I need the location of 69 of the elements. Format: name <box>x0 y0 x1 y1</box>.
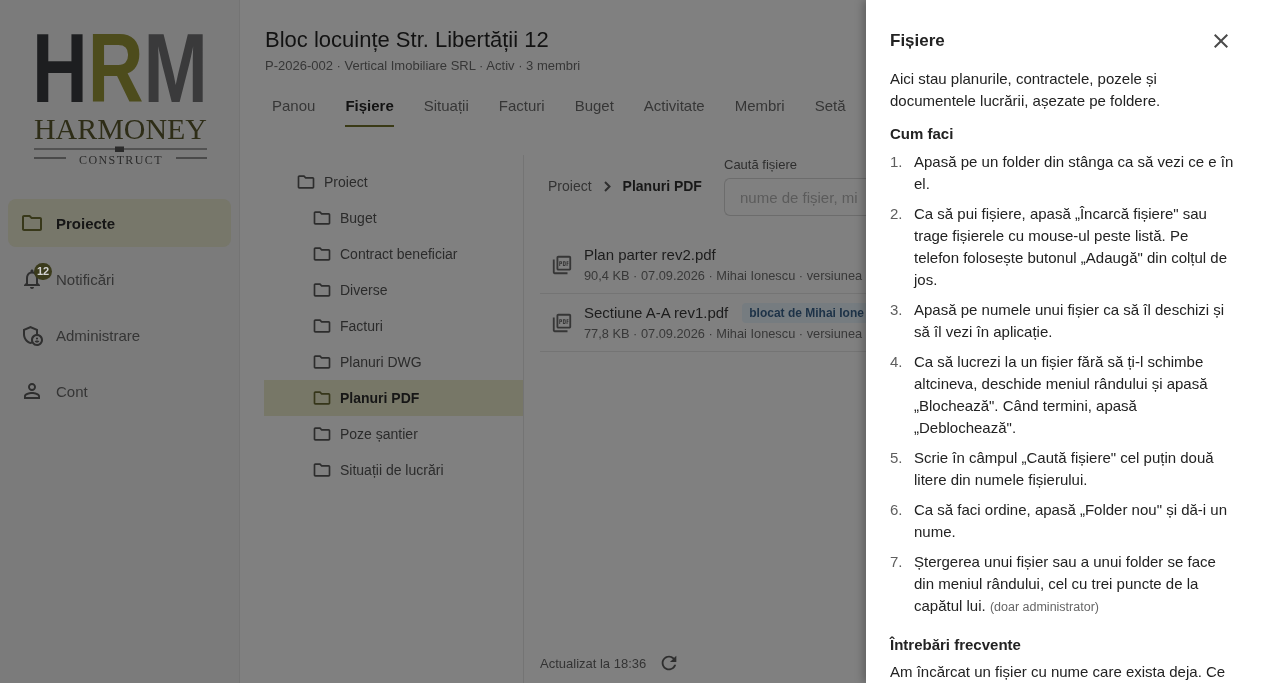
file-details: 90,4 KB · 07.09.2026 · Mihai Ionescu · versiunea <box>584 266 863 285</box>
project-meta: P-2026-002 · Vertical Imobiliare SRL · Activ · 3 membri <box>265 57 582 75</box>
folder-tree-item[interactable]: Situații de lucrări <box>264 452 523 488</box>
step-number: 7. <box>890 552 904 572</box>
step-number: 5. <box>890 448 904 468</box>
folder-tree-item[interactable]: Planuri PDF <box>264 380 523 416</box>
step-text: Ștergerea unui fișier sau a unui folder se face din meniul rândului, cel cu trei puncte de la capătul lui. (doar administrator) <box>914 552 1217 616</box>
folder-icon <box>312 460 332 480</box>
folder-tree-item[interactable]: Contract beneficiar <box>264 236 523 272</box>
folder-tree-item[interactable]: Proiect <box>264 164 523 200</box>
folder-icon <box>312 244 332 264</box>
folder-tree-item[interactable]: Buget <box>264 200 523 236</box>
folder-icon <box>312 388 332 408</box>
chevron-icon <box>603 180 611 192</box>
sidebar-item[interactable]: Proiecte <box>8 199 231 247</box>
search-label: Caută fișiere <box>724 157 798 173</box>
step-number: 2. <box>890 204 904 224</box>
folder-icon <box>296 172 316 192</box>
section-heading: Întrebări frecvente <box>890 635 1022 655</box>
breadcrumb-link[interactable]: Proiect <box>548 178 592 194</box>
folder-tree-item[interactable]: Diverse <box>264 272 523 308</box>
sidebar-item[interactable]: Administrare <box>8 311 231 359</box>
breadcrumb-current: Planuri PDF <box>622 178 702 194</box>
help-panel-title: Fișiere <box>890 30 945 52</box>
step-number: 6. <box>890 500 904 520</box>
step-text: Apasă pe un folder din stânga ca să vezi ce e în el. <box>914 152 1235 194</box>
tab[interactable]: Panou <box>272 88 316 127</box>
tab[interactable]: Buget <box>574 88 614 127</box>
step-text: Ca să lucrezi la un fișier fără să ți-l schimbe altcineva, deschide meniul rândului și apasă „Blochează". Când termini, apasă „Deblochează". <box>914 352 1209 438</box>
tab[interactable]: Facturi <box>498 88 545 127</box>
pdf-file-icon <box>551 311 573 334</box>
folder-tree-item[interactable]: Poze șantier <box>264 416 523 452</box>
step-text: Ca să pui fișiere, apasă „Încarcă fișiere" sau trage fișierele cu mouse-ul peste listă. Pe telefon folosește butonul „Adaugă" din colțul de jos. <box>914 204 1229 290</box>
file-details: 77,8 KB · 07.09.2026 · Mihai Ionescu · versiunea <box>584 324 864 343</box>
step-number: 3. <box>890 300 904 320</box>
folder-icon <box>312 424 332 444</box>
pdf-file-icon <box>551 253 573 276</box>
folder-icon <box>312 316 332 336</box>
folder-icon <box>312 280 332 300</box>
file-name: Sectiune A-A rev1.pdf <box>584 302 729 323</box>
step-number: 4. <box>890 352 904 372</box>
shield-person-icon <box>20 323 44 347</box>
count-badge: 12 <box>34 263 53 280</box>
sidebar-item[interactable]: 12 Notificări <box>8 255 231 303</box>
sidebar-item[interactable]: Cont <box>8 367 231 415</box>
section-heading: Cum faci <box>890 124 955 144</box>
help-intro: Aici stau planurile, contractele, pozele și documentele lucrării, așezate pe foldere. <box>890 69 1162 111</box>
folder-tree-item[interactable]: Planuri DWG <box>264 344 523 380</box>
tab[interactable]: Membri <box>734 88 785 127</box>
file-row[interactable]: Sectiune A-A rev1.pdf blocat de Mihai Ione 77,8 KB · 07.09.2026 · Mihai Ionescu · versiunea <box>540 294 866 352</box>
tab[interactable]: Activitate <box>643 88 705 127</box>
tab[interactable]: Fișiere <box>345 88 394 127</box>
last-updated-text: Actualizat la 18:36 <box>540 655 647 671</box>
folder-icon <box>312 208 332 228</box>
step-number: 1. <box>890 152 904 172</box>
folder-icon <box>312 352 332 372</box>
folder-tree-item[interactable]: Facturi <box>264 308 523 344</box>
logo-tagline: CONSTRUCT <box>79 153 163 166</box>
tab[interactable]: Setă <box>814 88 846 127</box>
logo-side-rule <box>175 157 208 159</box>
project-title: Bloc locuințe Str. Libertății 12 <box>265 26 550 54</box>
faq-question: Am încărcat un fișier cu nume care exista deja. Ce <box>890 662 1227 682</box>
step-text: Scrie în câmpul „Caută fișiere" cel puțin două litere din numele fișierului. <box>914 448 1215 490</box>
tab[interactable]: Situații <box>423 88 469 127</box>
step-text: Ca să faci ordine, apasă „Folder nou" și dă-i un nume. <box>914 500 1228 542</box>
file-name: Plan parter rev2.pdf <box>584 244 716 265</box>
logo-side-rule <box>33 157 67 159</box>
step-text: Apasă pe numele unui fișier ca să îl deschizi și să îl vezi în aplicație. <box>914 300 1226 342</box>
lock-tag: blocat de Mihai Ione <box>742 302 866 323</box>
